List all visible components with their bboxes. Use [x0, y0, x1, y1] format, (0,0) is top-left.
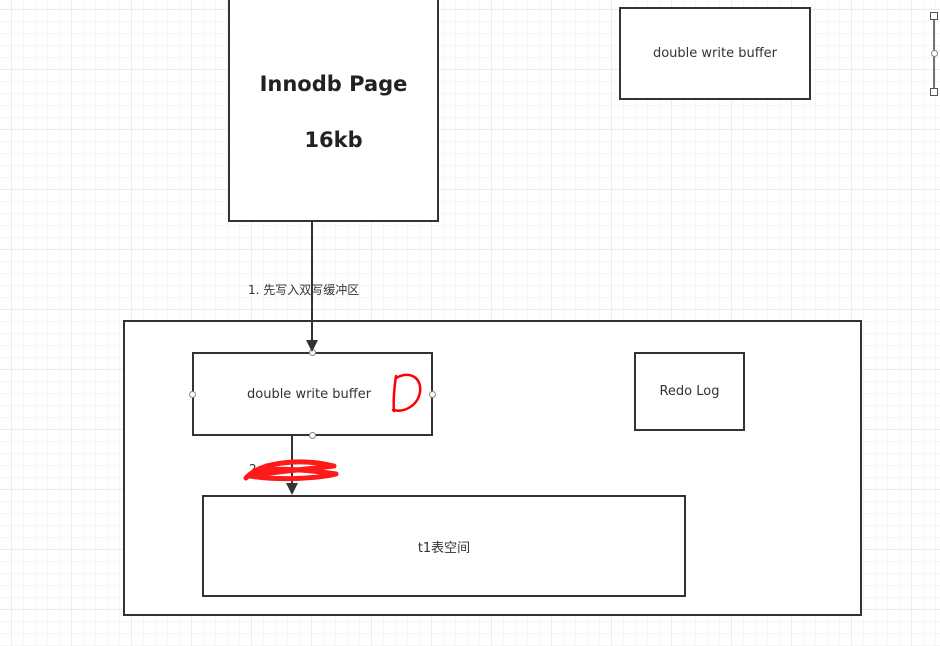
- resize-handle-top[interactable]: [930, 12, 938, 20]
- offscreen-shape-layer: [933, 16, 935, 92]
- resize-handle-middle[interactable]: [931, 50, 938, 57]
- resize-handle-bottom[interactable]: [930, 88, 938, 96]
